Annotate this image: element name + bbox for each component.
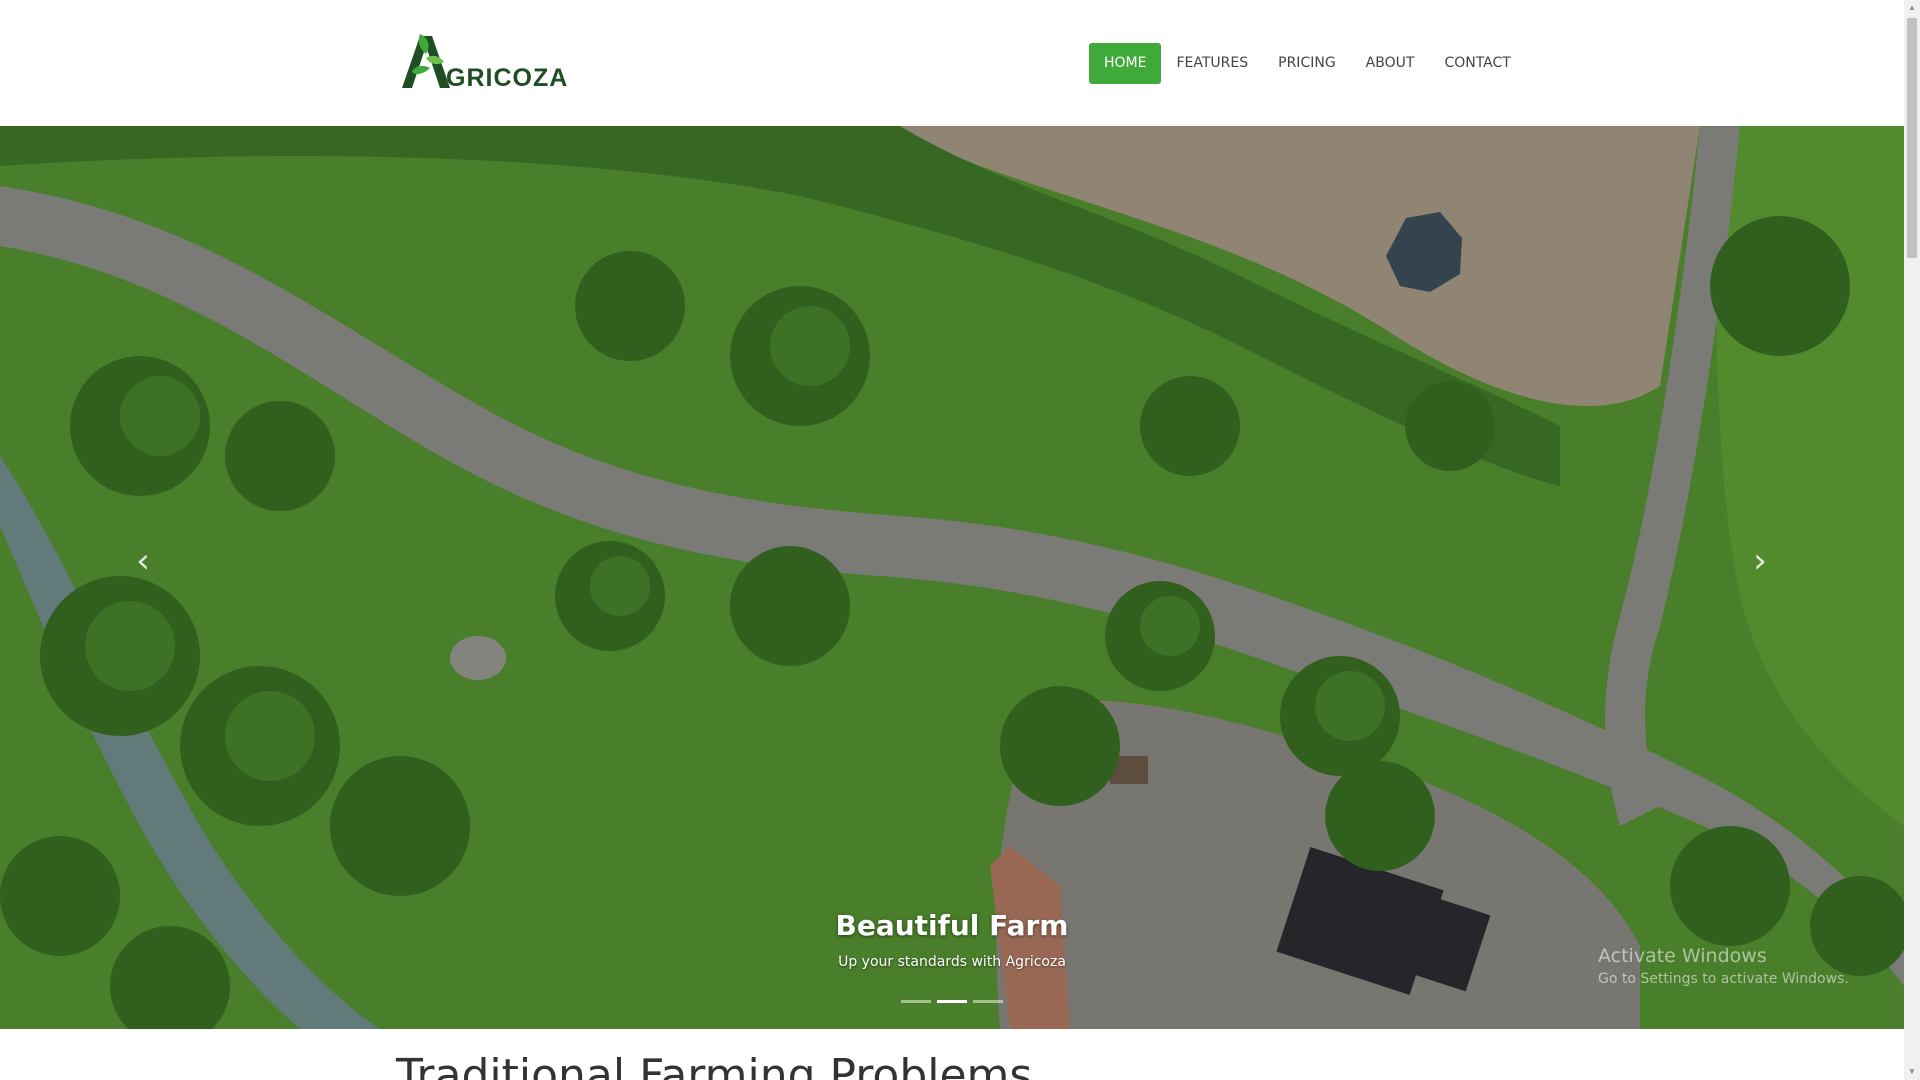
scroll-up-arrow-icon[interactable]: ▲ [1904,0,1920,16]
carousel-indicator[interactable] [973,1000,1003,1003]
nav-about[interactable]: ABOUT [1351,43,1430,84]
activate-windows-watermark: Activate Windows Go to Settings to activ… [1598,945,1849,987]
chevron-left-icon: ‹ [136,541,150,581]
watermark-subtitle: Go to Settings to activate Windows. [1598,971,1849,987]
site-header: GRICOZA HOME FEATURES PRICING ABOUT CONT… [0,0,1904,126]
section-title: Traditional Farming Problems [396,1050,1033,1080]
carousel-indicator[interactable] [901,1000,931,1003]
nav-pricing[interactable]: PRICING [1263,43,1351,84]
hero-carousel: ‹ › Beautiful Farm Up your standards wit… [0,126,1904,1029]
nav-home[interactable]: HOME [1089,43,1162,84]
chevron-right-icon: › [1753,541,1767,581]
carousel-next-button[interactable]: › [1740,541,1780,581]
main-nav: HOME FEATURES PRICING ABOUT CONTACT [1089,43,1526,84]
nav-features[interactable]: FEATURES [1161,43,1263,84]
carousel-prev-button[interactable]: ‹ [123,541,163,581]
page-scrollbar[interactable]: ▲ ▼ [1904,0,1920,1080]
watermark-title: Activate Windows [1598,945,1767,967]
site-logo[interactable]: GRICOZA [398,28,568,94]
scrollbar-thumb[interactable] [1907,18,1917,258]
carousel-indicators [901,1000,1003,1003]
scroll-down-arrow-icon[interactable]: ▼ [1904,1064,1920,1080]
nav-contact[interactable]: CONTACT [1429,43,1525,84]
logo-wordmark: GRICOZA [446,64,569,92]
carousel-indicator[interactable] [937,1000,967,1003]
hero-overlay [0,126,1904,1029]
hero-title: Beautiful Farm [835,909,1069,942]
